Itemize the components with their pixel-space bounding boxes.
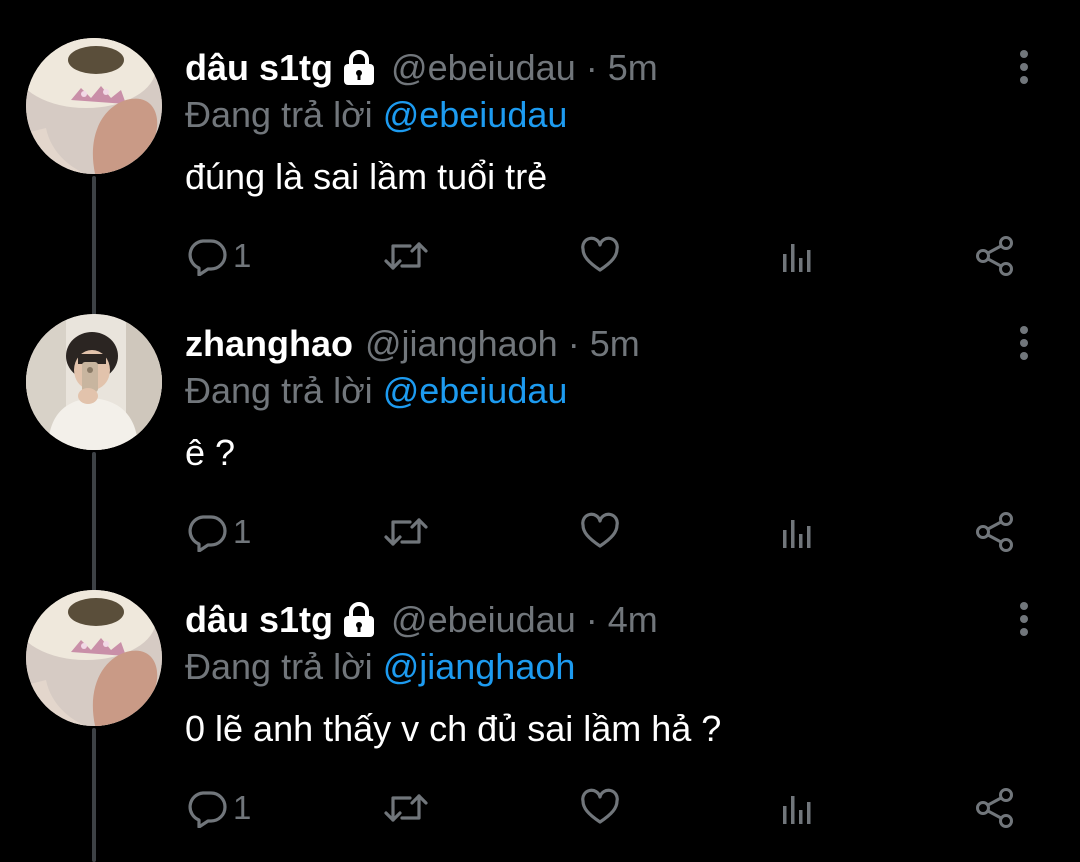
replying-to-line: Đang trả lời @jianghaoh <box>185 646 575 688</box>
replying-to-label: Đang trả lời <box>185 94 373 135</box>
retweet-icon <box>384 518 428 546</box>
retweet-button[interactable] <box>384 508 428 556</box>
tweet-header: dâu s1tg @ebeiudau · 5m <box>185 46 658 90</box>
replying-to-line: Đang trả lời @ebeiudau <box>185 94 567 136</box>
reply-count: 1 <box>233 513 252 550</box>
user-handle[interactable]: @ebeiudau <box>391 599 576 641</box>
share-icon <box>976 512 1013 552</box>
reply-icon <box>188 515 227 552</box>
retweet-button[interactable] <box>384 784 428 832</box>
reply-button[interactable]: 1 <box>187 508 251 556</box>
avatar[interactable] <box>26 590 162 726</box>
analytics-icon <box>783 520 811 548</box>
retweet-icon <box>384 794 428 822</box>
display-name[interactable]: zhanghao <box>185 323 353 365</box>
avatar[interactable] <box>26 38 162 174</box>
more-options-icon[interactable] <box>1012 600 1036 640</box>
retweet-icon <box>384 242 428 270</box>
tweet-actions: 1 <box>0 508 1080 556</box>
tweet-header: dâu s1tg @ebeiudau · 4m <box>185 598 658 642</box>
tweet[interactable]: dâu s1tg @ebeiudau · 5m Đang trả lời @ebe… <box>0 0 1080 276</box>
tweet-text: đúng là sai lầm tuổi trẻ <box>185 156 548 197</box>
timestamp[interactable]: 4m <box>608 599 658 641</box>
tweet-text: ê ? <box>185 432 236 473</box>
tweet[interactable]: zhanghao @jianghaoh · 5m Đang trả lời @eb… <box>0 276 1080 552</box>
replying-to-line: Đang trả lời @ebeiudau <box>185 370 567 412</box>
reply-count: 1 <box>233 237 252 274</box>
tweet-actions: 1 <box>0 784 1080 832</box>
analytics-icon <box>783 244 811 272</box>
tweet-actions: 1 <box>0 232 1080 280</box>
reply-button[interactable]: 1 <box>187 784 251 832</box>
share-button[interactable] <box>974 508 1016 556</box>
like-icon <box>581 512 619 548</box>
reply-icon <box>188 239 227 276</box>
display-name[interactable]: dâu s1tg <box>185 599 333 641</box>
like-icon <box>581 236 619 272</box>
analytics-icon <box>783 796 811 824</box>
display-name[interactable]: dâu s1tg <box>185 47 333 89</box>
replying-to-mention[interactable]: @jianghaoh <box>383 646 576 687</box>
more-options-icon[interactable] <box>1012 48 1036 88</box>
replying-to-mention[interactable]: @ebeiudau <box>383 94 568 135</box>
share-icon <box>976 788 1013 828</box>
more-options-icon[interactable] <box>1012 324 1036 364</box>
separator-dot: · <box>585 599 598 640</box>
tweet[interactable]: dâu s1tg @ebeiudau · 4m Đang trả lời @jia… <box>0 552 1080 828</box>
replying-to-mention[interactable]: @ebeiudau <box>383 370 568 411</box>
replying-to-label: Đang trả lời <box>185 370 373 411</box>
separator-dot: · <box>567 323 580 364</box>
tweet-thread: dâu s1tg @ebeiudau · 5m Đang trả lời @ebe… <box>0 0 1080 862</box>
like-button[interactable] <box>580 508 620 556</box>
avatar[interactable] <box>26 314 162 450</box>
timestamp[interactable]: 5m <box>590 323 640 365</box>
retweet-button[interactable] <box>384 232 428 280</box>
analytics-button[interactable] <box>780 784 816 832</box>
separator-dot: · <box>585 47 598 88</box>
user-handle[interactable]: @jianghaoh <box>365 323 558 365</box>
reply-button[interactable]: 1 <box>187 232 251 280</box>
analytics-button[interactable] <box>780 508 816 556</box>
share-button[interactable] <box>974 232 1016 280</box>
like-button[interactable] <box>580 784 620 832</box>
tweet-header: zhanghao @jianghaoh · 5m <box>185 322 640 366</box>
tweet-text: 0 lẽ anh thấy v ch đủ sai lầm hả ? <box>185 708 722 749</box>
lock-icon <box>341 49 377 87</box>
like-icon <box>581 788 619 824</box>
reply-icon <box>188 791 227 828</box>
replying-to-label: Đang trả lời <box>185 646 373 687</box>
analytics-button[interactable] <box>780 232 816 280</box>
lock-icon <box>341 601 377 639</box>
reply-count: 1 <box>233 789 252 826</box>
share-icon <box>976 236 1013 276</box>
share-button[interactable] <box>974 784 1016 832</box>
user-handle[interactable]: @ebeiudau <box>391 47 576 89</box>
like-button[interactable] <box>580 232 620 280</box>
timestamp[interactable]: 5m <box>608 47 658 89</box>
